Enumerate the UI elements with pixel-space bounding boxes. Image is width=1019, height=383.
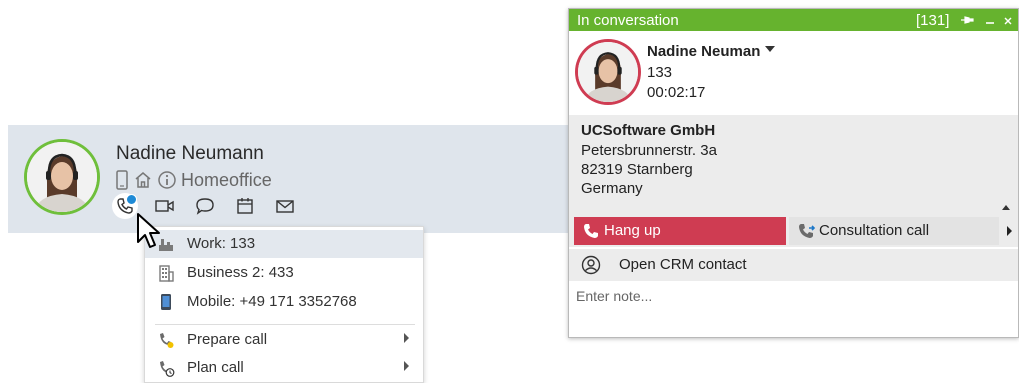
company-name: UCSoftware GmbH <box>581 122 716 139</box>
calendar-icon <box>237 198 253 214</box>
menu-item-label: Work: 133 <box>187 235 256 252</box>
consultation-call-label: Consultation call <box>819 222 930 239</box>
phone-badge <box>126 194 137 205</box>
conversation-window: In conversation [131] Nadine Neuman 133 … <box>568 8 1019 338</box>
conversation-contact-name[interactable]: Nadine Neuman <box>647 43 776 60</box>
submenu-arrow-icon <box>404 333 409 343</box>
hang-up-icon <box>584 224 598 238</box>
mail-icon <box>276 200 294 213</box>
company-country: Germany <box>581 180 643 197</box>
call-duration: 00:02:17 <box>647 84 706 101</box>
company-info: UCSoftware GmbH Petersbrunnerstr. 3a 823… <box>569 115 1018 217</box>
hang-up-button[interactable]: Hang up <box>574 217 786 245</box>
consultation-call-button[interactable]: Consultation call <box>789 217 999 245</box>
contact-card: Nadine Neumann Homeoffice <box>8 125 568 233</box>
info-icon[interactable] <box>157 170 177 190</box>
window-title: In conversation <box>577 12 679 29</box>
menu-separator <box>155 324 415 325</box>
person-photo-icon <box>578 42 638 102</box>
close-icon[interactable] <box>1001 13 1015 27</box>
extension-badge: [131] <box>916 12 950 29</box>
call-actions: Hang up Consultation call <box>569 217 1018 247</box>
menu-item-label: Prepare call <box>187 331 268 348</box>
conversation-extension: 133 <box>647 64 673 81</box>
open-crm-contact-label: Open CRM contact <box>619 256 747 273</box>
home-icon <box>135 172 151 188</box>
minimize-icon[interactable] <box>983 13 997 27</box>
prepare-call-icon <box>160 333 174 348</box>
company-city: 82319 Starnberg <box>581 161 693 178</box>
open-crm-contact-button[interactable]: Open CRM contact <box>569 249 1018 281</box>
chevron-down-icon[interactable] <box>765 46 776 53</box>
company-street: Petersbrunnerstr. 3a <box>581 142 717 159</box>
contact-status-row: Homeoffice <box>115 169 272 191</box>
avatar[interactable] <box>24 139 100 215</box>
mouse-cursor-icon <box>137 213 160 248</box>
chat-icon <box>196 198 214 215</box>
location-label: Homeoffice <box>181 169 272 190</box>
consultation-call-icon <box>799 224 816 238</box>
contact-name: Nadine Neumann <box>116 143 264 164</box>
menu-item-label: Business 2: 433 <box>187 264 294 281</box>
calendar-button[interactable] <box>232 193 258 219</box>
building-icon <box>159 265 174 282</box>
scroll-up-icon[interactable] <box>1002 205 1010 210</box>
menu-item-mobile[interactable]: Mobile: +49 171 3352768 <box>145 288 423 316</box>
conversation-titlebar: In conversation [131] <box>569 9 1018 31</box>
chevron-right-icon <box>1007 226 1012 236</box>
plan-call-icon <box>160 361 175 377</box>
mail-button[interactable] <box>272 193 298 219</box>
mobile-icon <box>161 294 171 310</box>
submenu-arrow-icon <box>404 361 409 371</box>
menu-item-label: Mobile: +49 171 3352768 <box>187 293 357 310</box>
person-photo-icon <box>27 142 97 212</box>
crm-contact-icon <box>581 255 601 275</box>
call-button[interactable] <box>112 193 138 219</box>
contact-name-text: Nadine Neuman <box>647 43 761 60</box>
phone-number-menu: Work: 133 Business 2: 433 Mobile: +49 17… <box>144 226 424 383</box>
menu-item-label: Plan call <box>187 359 244 376</box>
chat-button[interactable] <box>192 193 218 219</box>
note-input[interactable] <box>574 284 1018 332</box>
menu-item-prepare-call[interactable]: Prepare call <box>145 326 423 354</box>
menu-item-business[interactable]: Business 2: 433 <box>145 259 423 287</box>
video-icon <box>155 200 174 212</box>
pin-icon[interactable] <box>960 13 974 27</box>
mobile-icon <box>116 170 128 190</box>
menu-item-work[interactable]: Work: 133 <box>145 230 423 258</box>
more-actions-button[interactable] <box>1001 217 1018 245</box>
conversation-avatar <box>575 39 641 105</box>
menu-item-plan-call[interactable]: Plan call <box>145 354 423 382</box>
conversation-contact-header: Nadine Neuman 133 00:02:17 <box>569 31 1018 115</box>
hang-up-label: Hang up <box>604 222 661 239</box>
